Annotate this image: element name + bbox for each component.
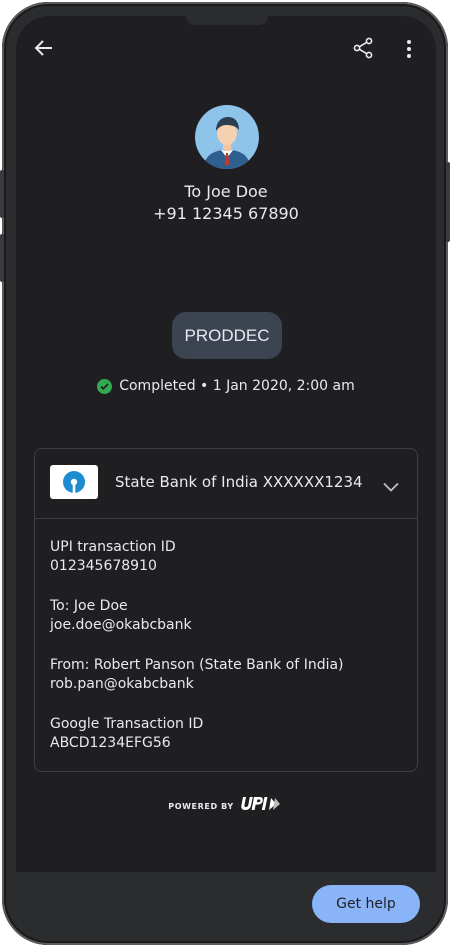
from-upi-id: rob.pan@okabcbank [50,676,194,692]
powered-by-upi: POWERED BY [16,796,436,816]
phone-side-button [0,170,4,218]
person-avatar-icon [195,105,259,169]
phone-frame: To Joe Doe +91 12345 67890 PRODDEC Compl… [0,2,450,945]
payment-note: PRODDEC [172,312,282,359]
back-arrow-icon[interactable] [34,38,54,62]
phone-side-button [446,162,450,242]
upi-transaction-id-label: UPI transaction ID [50,539,176,555]
powered-by-label: POWERED BY [168,801,234,811]
more-vert-icon[interactable] [406,39,412,63]
google-transaction-id-value: ABCD1234EFG56 [50,735,171,751]
status-text: Completed • 1 Jan 2020, 2:00 am [119,378,355,394]
transaction-details-card: State Bank of India XXXXXX1234 UPI trans… [34,448,418,772]
share-icon[interactable] [352,37,374,63]
check-circle-icon [97,378,113,394]
bank-account-row[interactable]: State Bank of India XXXXXX1234 [35,449,417,519]
payment-status: Completed • 1 Jan 2020, 2:00 am [16,376,436,396]
bank-account-label: State Bank of India XXXXXX1234 [115,473,363,491]
get-help-button[interactable]: Get help [312,885,420,923]
app-screen: To Joe Doe +91 12345 67890 PRODDEC Compl… [16,16,436,934]
bottom-action-bar: Get help [16,872,436,934]
recipient-name: To Joe Doe [184,182,268,201]
recipient-phone: +91 12345 67890 [153,204,299,223]
phone-notch [186,16,268,25]
chevron-down-icon[interactable] [383,477,399,496]
upi-logo-icon [240,796,284,816]
to-upi-id: joe.doe@okabcbank [50,617,192,633]
upi-transaction-id-value: 012345678910 [50,558,157,574]
to-label: To: Joe Doe [50,598,128,614]
google-transaction-id-label: Google Transaction ID [50,716,204,732]
sbi-logo-icon [50,465,98,499]
from-label: From: Robert Panson (State Bank of India… [50,657,344,673]
phone-side-button [0,234,4,282]
